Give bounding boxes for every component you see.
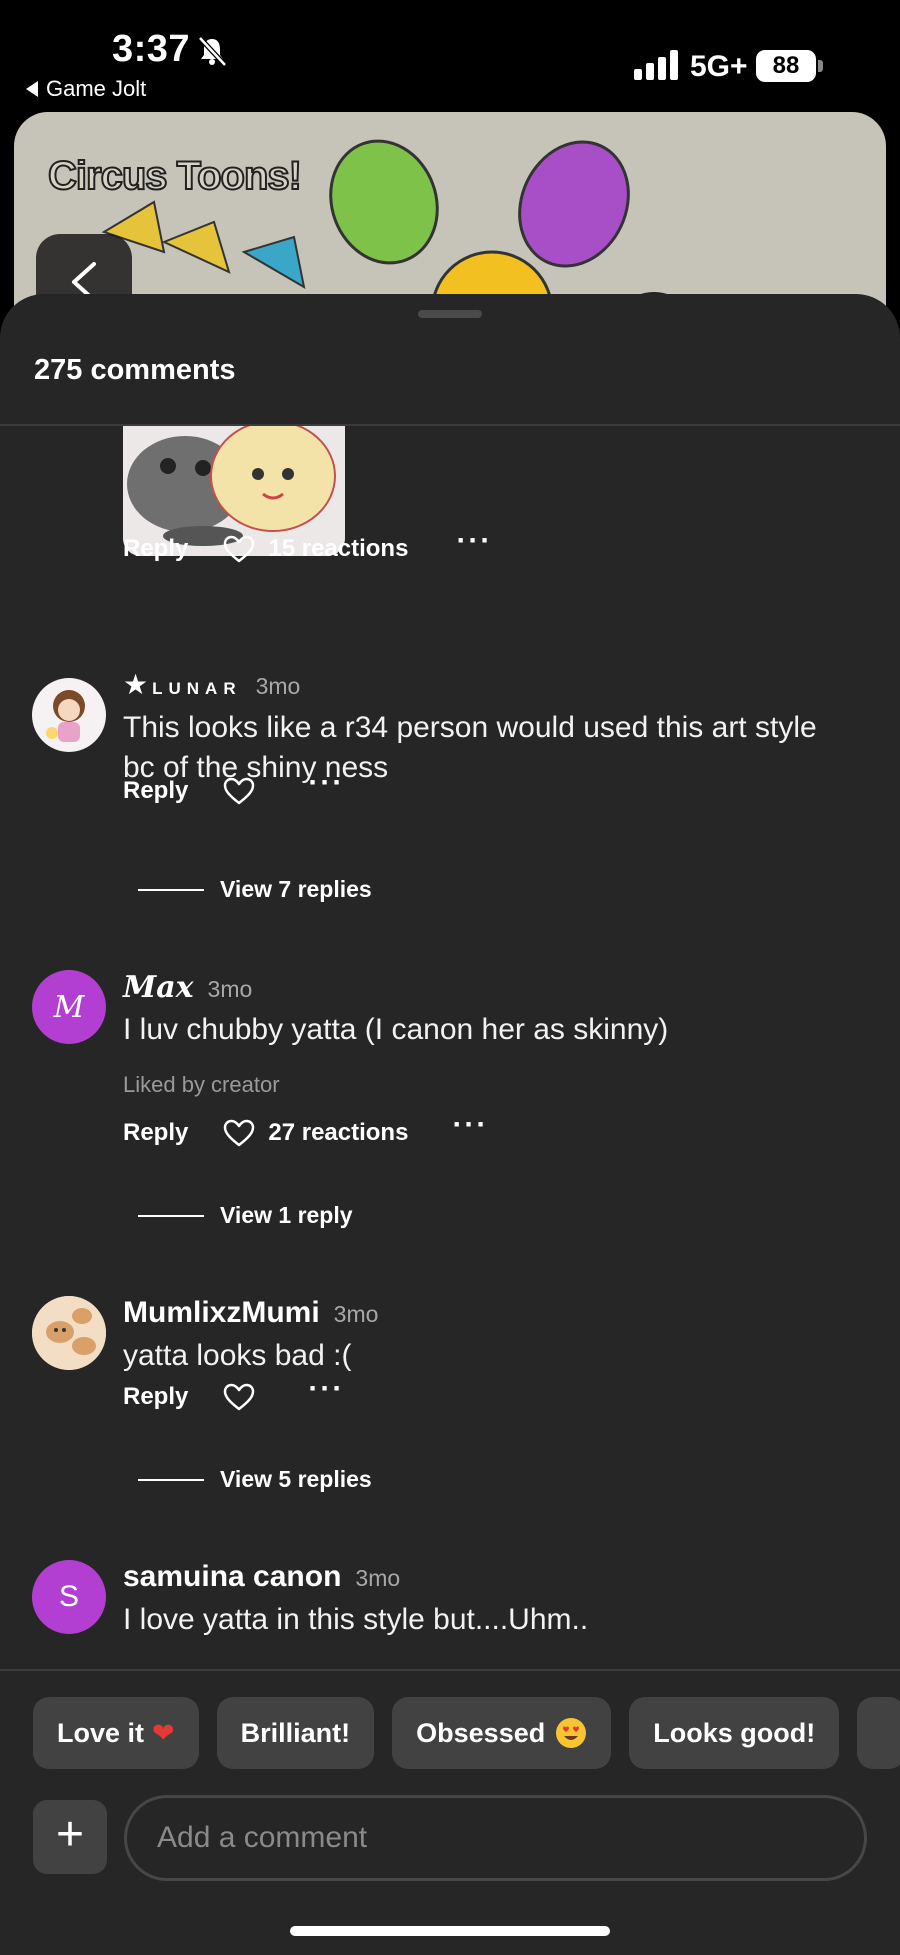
back-to-app-link[interactable]: Game Jolt [26,76,146,102]
comment-actions: Reply 27 reactions ··· [123,1110,488,1148]
more-options-button[interactable]: ··· [308,1374,344,1404]
more-options-button[interactable]: ··· [456,526,492,556]
replies-line [138,1214,204,1217]
replies-line [138,1478,204,1481]
comment-username[interactable]: samuina canon 3mo [123,1560,400,1594]
signal-icon [634,50,678,80]
home-indicator[interactable] [290,1926,610,1936]
comment-count: 275 comments [34,354,236,386]
battery-tip [818,60,823,72]
avatar[interactable] [32,1296,106,1370]
divider [0,1669,900,1671]
avatar-image [32,1296,106,1370]
replies-line [138,888,204,891]
view-replies-label: View 5 replies [220,1466,372,1492]
quick-reactions: Love it ❤ Brilliant! Obsessed Looks good… [33,1697,900,1769]
avatar[interactable]: M [32,970,106,1044]
star-badge-icon: ★ [123,669,149,700]
comment-text: I love yatta in this style but....Uhm.. [123,1603,589,1636]
view-replies-button[interactable]: View 7 replies [138,876,372,903]
network-label: 5G+ [690,50,748,83]
battery-indicator: 88 [756,50,816,82]
quick-reaction-looks-good[interactable]: Looks good! [629,1697,840,1769]
back-app-label: Game Jolt [46,76,147,101]
more-options-button[interactable]: ··· [452,1110,488,1140]
comment-time: 3mo [255,673,301,699]
view-replies-button[interactable]: View 1 reply [138,1202,353,1229]
sheet-drag-handle[interactable] [418,310,482,318]
comment-time: 3mo [207,976,253,1002]
comment-text: I luv chubby yatta (I canon her as skinn… [123,1013,669,1046]
avatar-image [46,690,85,742]
quick-reaction-more[interactable] [857,1697,900,1769]
reaction-count[interactable]: 27 reactions [268,1119,408,1147]
heart-icon[interactable] [222,1382,256,1412]
comment-username[interactable]: Max 3mo [123,970,252,1005]
heart-eyes-emoji-icon [556,1718,587,1748]
back-triangle-icon [26,81,38,97]
avatar-letter: S [58,1580,79,1613]
comment-username[interactable]: ★ LUNAR 3mo [123,668,300,702]
reply-button[interactable]: Reply [123,1119,188,1147]
reply-button[interactable]: Reply [123,777,188,805]
view-replies-label: View 7 replies [220,876,372,902]
comment-time: 3mo [355,1565,401,1591]
avatar-letter: M [53,989,85,1025]
heart-icon[interactable] [222,534,256,564]
status-bar: 3:37 Game Jolt 5G+ 88 [0,0,900,110]
reaction-count[interactable]: 15 reactions [268,535,408,563]
comment-actions: Reply ··· [123,1374,344,1412]
comment-input[interactable] [124,1795,867,1881]
more-options-button[interactable]: ··· [308,768,344,798]
avatar[interactable] [32,678,106,752]
quick-reaction-brilliant[interactable]: Brilliant! [216,1697,375,1769]
quick-reaction-love-it[interactable]: Love it ❤ [33,1697,199,1769]
status-time: 3:37 [112,28,191,70]
quick-reaction-obsessed[interactable]: Obsessed [392,1697,612,1769]
comment-actions: Reply 15 reactions ··· [123,526,492,564]
comment-time: 3mo [333,1301,379,1327]
comment-username[interactable]: MumlixzMumi 3mo [123,1296,378,1330]
comment-list[interactable]: Reply 15 reactions ··· ★ LUNAR 3mo This lo… [0,426,900,1669]
add-attachment-button[interactable]: + [33,1800,107,1874]
reply-button[interactable]: Reply [123,535,188,563]
bell-slash-icon [198,36,227,67]
avatar[interactable]: S [32,1560,106,1634]
heart-icon[interactable] [222,776,256,806]
liked-by-creator: Liked by creator [123,1072,280,1097]
comment-text: yatta looks bad :( [123,1339,352,1372]
heart-icon[interactable] [222,1118,256,1148]
view-replies-button[interactable]: View 5 replies [138,1466,372,1493]
reply-button[interactable]: Reply [123,1383,188,1411]
heart-emoji-icon: ❤ [152,1717,175,1748]
view-replies-label: View 1 reply [220,1202,353,1228]
comment-actions: Reply ··· [123,768,344,806]
